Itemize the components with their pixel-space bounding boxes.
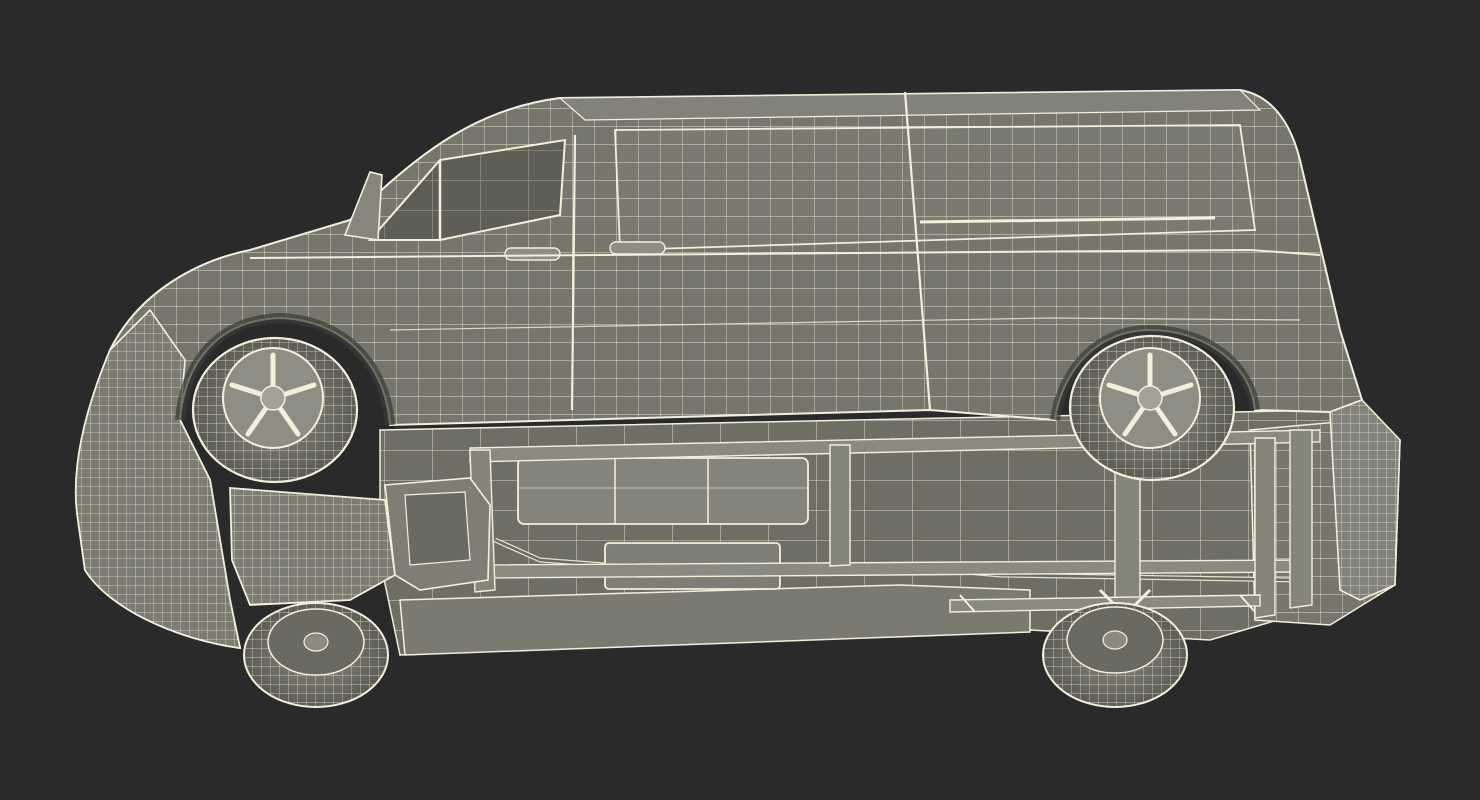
render-viewport: [0, 0, 1480, 800]
door-handle: [609, 241, 666, 255]
fuel-tank: [517, 457, 809, 525]
front-wheel: [191, 336, 359, 484]
door-handle: [504, 247, 561, 261]
side-mirror: [343, 171, 383, 241]
rear-lower-wheel: [1042, 602, 1188, 708]
wheel-hub: [260, 385, 286, 411]
van-wireframe-render: [74, 88, 1401, 708]
front-lower-wheel: [243, 602, 389, 708]
chassis: [229, 409, 1401, 656]
rear-wheel: [1068, 334, 1236, 482]
wheel-hub: [1137, 385, 1163, 411]
